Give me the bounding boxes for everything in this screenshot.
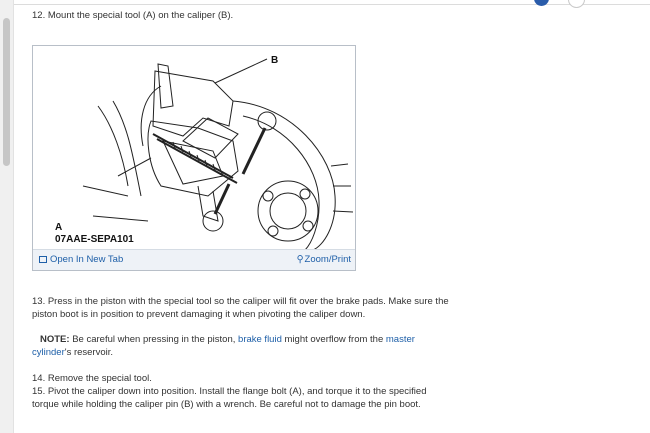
open-new-tab-label: Open In New Tab: [50, 254, 124, 265]
cylinder-link[interactable]: cylinder: [32, 347, 65, 358]
open-new-tab-link[interactable]: Open In New Tab: [39, 254, 123, 265]
tool-code-label: 07AAE-SEPA101: [55, 234, 134, 245]
step-15-line-1: 15. Pivot the caliper down into position…: [32, 386, 427, 397]
callout-b: B: [271, 55, 278, 66]
new-tab-icon: [39, 256, 47, 263]
figure-panel: B A 07AAE-SEPA101 Open In New Tab ⚲Zoom/…: [32, 45, 356, 271]
note-text-2: might overflow from the: [281, 334, 386, 345]
master-link[interactable]: master: [386, 334, 415, 345]
step-12: 12. Mount the special tool (A) on the ca…: [32, 10, 234, 21]
brake-fluid-link[interactable]: brake fluid: [238, 334, 282, 345]
zoom-print-link[interactable]: ⚲Zoom/Print: [297, 254, 351, 265]
brake-caliper-illustration: B A 07AAE-SEPA101: [55, 55, 354, 250]
step-13-line-2: piston boot is in position to prevent da…: [32, 309, 366, 320]
note-text-3: 's reservoir.: [64, 347, 114, 358]
step-14: 14. Remove the special tool.: [32, 373, 152, 384]
zoom-print-label: Zoom/Print: [304, 254, 351, 265]
toolbar-button-icon[interactable]: [534, 0, 549, 6]
note-text-1: Be careful when pressing in the piston,: [69, 334, 239, 345]
callout-a: A: [55, 222, 62, 233]
note-line-2: cylinder's reservoir.: [32, 346, 113, 359]
figure-toolbar: Open In New Tab ⚲Zoom/Print: [33, 249, 355, 270]
top-toolbar-edge: [14, 0, 650, 8]
page-scrollbar[interactable]: [0, 0, 14, 433]
magnifier-icon: ⚲: [296, 254, 304, 265]
toolbar-button-icon-2[interactable]: [568, 0, 585, 8]
step-13-line-1: 13. Press in the piston with the special…: [32, 296, 449, 307]
scrollbar-thumb[interactable]: [3, 18, 10, 166]
step-15-line-2: torque while holding the caliper pin (B)…: [32, 399, 421, 410]
note-line-1: NOTE: Be careful when pressing in the pi…: [40, 333, 415, 346]
note-label: NOTE:: [40, 334, 70, 345]
